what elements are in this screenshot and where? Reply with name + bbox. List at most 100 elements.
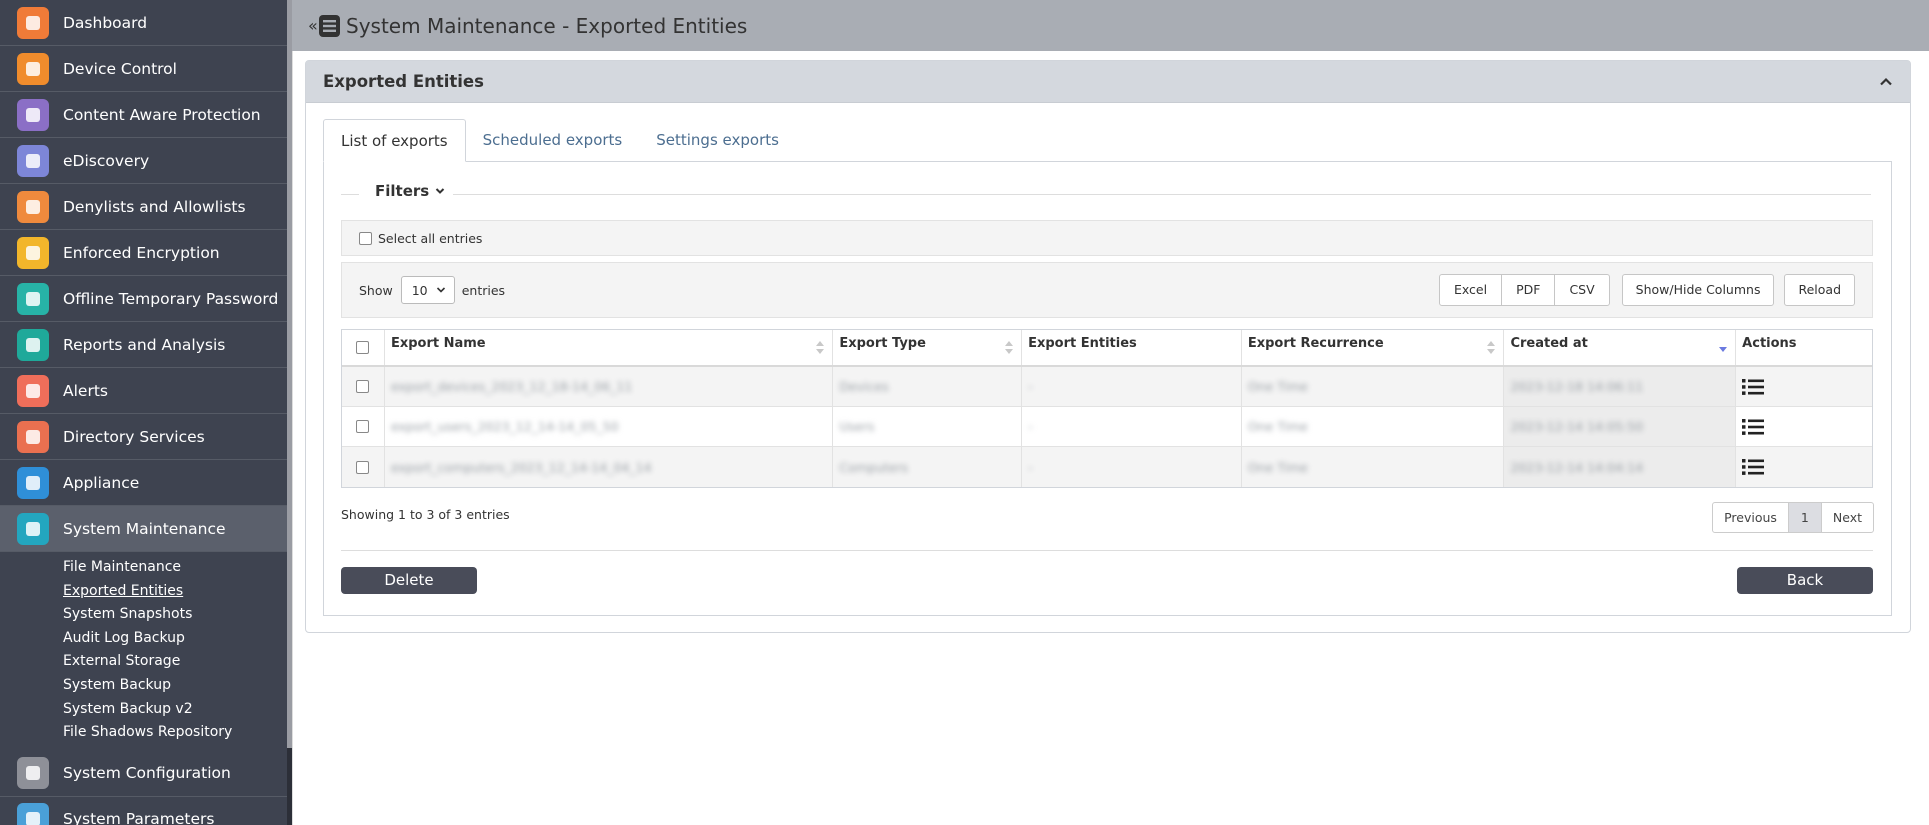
column-header-created-at[interactable]: Created at: [1504, 330, 1737, 365]
warning-icon: [17, 374, 49, 407]
sidebar-item-directory-services[interactable]: Directory Services: [0, 414, 287, 460]
back-button[interactable]: Back: [1737, 567, 1873, 594]
tab-settings-exports[interactable]: Settings exports: [639, 119, 796, 162]
row-checkbox[interactable]: [356, 420, 370, 433]
cell-export-recurrence: One Time: [1242, 447, 1505, 487]
submenu-item-system-snapshots[interactable]: System Snapshots: [0, 603, 287, 627]
row-checkbox-cell: [342, 407, 385, 446]
chevron-up-icon[interactable]: [1878, 74, 1894, 90]
column-header-label: Export Entities: [1028, 336, 1137, 351]
select-all-bar: Select all entries: [341, 220, 1873, 256]
tab-list-of-exports[interactable]: List of exports: [323, 119, 466, 162]
sidebar-item-label: System Configuration: [63, 764, 231, 783]
select-all-label[interactable]: Select all entries: [378, 231, 482, 246]
svg-text:«: «: [308, 16, 318, 35]
actions-list-icon[interactable]: [1742, 418, 1765, 436]
column-header-export-name[interactable]: Export Name: [385, 330, 834, 365]
page-title: System Maintenance - Exported Entities: [346, 13, 748, 38]
table-toolbar: Show 10 entries Excel PDF CSV Show/Hide …: [341, 262, 1873, 318]
submenu-item-file-maintenance[interactable]: File Maintenance: [0, 556, 287, 580]
submenu-item-exported-entities[interactable]: Exported Entities: [0, 580, 287, 604]
export-recurrence-value: One Time: [1247, 459, 1308, 475]
page-length-select[interactable]: 10: [400, 276, 455, 304]
column-header-label: Export Type: [839, 336, 926, 351]
created-at-value: 2023-12-18 14:06:11: [1510, 379, 1644, 394]
export-entities-value: -: [1028, 459, 1033, 475]
sidebar-item-content-aware-protection[interactable]: Content Aware Protection: [0, 92, 287, 138]
next-page-button[interactable]: Next: [1822, 503, 1873, 532]
sidebar-item-alerts[interactable]: Alerts: [0, 368, 287, 414]
cell-export-type: Users: [833, 407, 1023, 446]
column-header-label: Export Recurrence: [1247, 336, 1384, 351]
main-content: Exported Entities List of exports Schedu…: [292, 51, 1929, 825]
sidebar-item-ediscovery[interactable]: eDiscovery: [0, 138, 287, 184]
select-all-checkbox[interactable]: [359, 231, 372, 245]
show-label: Show: [359, 282, 393, 298]
cell-created-at: 2023-12-14 14:05:50: [1504, 407, 1737, 446]
sidebar-item-reports-and-analysis[interactable]: Reports and Analysis: [0, 322, 287, 368]
show-hide-columns-button[interactable]: Show/Hide Columns: [1621, 274, 1775, 306]
table-row[interactable]: export_computers_2023_12_14-14_04_14 Comp…: [342, 447, 1872, 487]
export-recurrence-value: One Time: [1247, 419, 1308, 434]
cell-created-at: 2023-12-18 14:06:11: [1504, 367, 1737, 406]
sidebar-item-system-maintenance[interactable]: System Maintenance: [0, 506, 287, 552]
sidebar-item-appliance[interactable]: Appliance: [0, 460, 287, 506]
sidebar-item-device-control[interactable]: Device Control: [0, 46, 287, 92]
dashboard-icon: [17, 6, 49, 39]
sidebar-item-offline-temporary-password[interactable]: Offline Temporary Password: [0, 276, 287, 322]
filters-toggle[interactable]: Filters: [359, 182, 454, 200]
previous-page-button[interactable]: Previous: [1713, 503, 1789, 532]
actions-list-icon[interactable]: [1742, 458, 1765, 476]
excel-button[interactable]: Excel: [1440, 275, 1503, 305]
chart-icon: [17, 328, 49, 361]
sidebar-item-label: Appliance: [63, 473, 140, 492]
sidebar-item-denylists-and-allowlists[interactable]: Denylists and Allowlists: [0, 184, 287, 230]
panel-header[interactable]: Exported Entities: [306, 61, 1910, 103]
submenu-item-system-backup[interactable]: System Backup: [0, 674, 287, 698]
column-header-export-recurrence[interactable]: Export Recurrence: [1242, 330, 1505, 365]
table-row[interactable]: export_devices_2023_12_18-14_06_11 Device…: [342, 367, 1872, 407]
pdf-button[interactable]: PDF: [1502, 275, 1556, 305]
export-entities-value: -: [1028, 419, 1033, 434]
tools-icon: [17, 512, 49, 545]
delete-button[interactable]: Delete: [341, 567, 477, 594]
export-name-value: export_users_2023_12_14-14_05_50: [390, 419, 619, 434]
actions-list-icon[interactable]: [1742, 378, 1765, 396]
sidebar-item-label: Enforced Encryption: [63, 243, 220, 262]
gear-icon: [17, 757, 49, 790]
tab-scheduled-exports[interactable]: Scheduled exports: [466, 119, 640, 162]
appliance-icon: [17, 466, 49, 499]
cell-export-recurrence: One Time: [1242, 367, 1505, 406]
submenu-item-file-shadows-repository[interactable]: File Shadows Repository: [0, 721, 287, 745]
csv-button[interactable]: CSV: [1555, 275, 1608, 305]
filters-label: Filters: [375, 182, 430, 200]
row-checkbox[interactable]: [356, 460, 370, 474]
submenu-item-external-storage[interactable]: External Storage: [0, 650, 287, 674]
sidebar-item-system-configuration[interactable]: System Configuration: [0, 751, 287, 797]
exports-table: Export Name Export Type Export Entities …: [341, 329, 1873, 488]
row-checkbox[interactable]: [356, 380, 370, 393]
cell-actions: [1736, 407, 1872, 446]
table-row[interactable]: export_users_2023_12_14-14_05_50 Users - On…: [342, 407, 1872, 447]
sidebar-item-label: System Parameters: [63, 810, 215, 825]
pagination: Previous 1 Next: [1712, 502, 1874, 533]
sidebar-item-enforced-encryption[interactable]: Enforced Encryption: [0, 230, 287, 276]
collapse-menu-icon[interactable]: «: [308, 12, 342, 40]
sidebar-item-label: Denylists and Allowlists: [63, 197, 246, 216]
header-select-checkbox[interactable]: [356, 341, 370, 354]
column-header-export-entities: Export Entities: [1022, 330, 1242, 365]
cell-export-entities: -: [1022, 407, 1242, 446]
submenu-item-audit-log-backup[interactable]: Audit Log Backup: [0, 627, 287, 651]
sidebar-item-label: Device Control: [63, 59, 177, 78]
column-header-export-type[interactable]: Export Type: [833, 330, 1023, 365]
column-header-actions: Actions: [1736, 330, 1872, 365]
sidebar-item-label: Alerts: [63, 381, 108, 400]
cell-actions: [1736, 367, 1872, 406]
reload-button[interactable]: Reload: [1784, 274, 1855, 306]
sidebar-item-dashboard[interactable]: Dashboard: [0, 0, 287, 46]
sidebar-item-system-parameters[interactable]: System Parameters: [0, 797, 287, 825]
showing-entries-text: Showing 1 to 3 of 3 entries: [341, 507, 510, 522]
submenu-item-system-backup-v2[interactable]: System Backup v2: [0, 698, 287, 722]
disc-icon: [17, 236, 49, 269]
page-1-button[interactable]: 1: [1788, 503, 1822, 532]
